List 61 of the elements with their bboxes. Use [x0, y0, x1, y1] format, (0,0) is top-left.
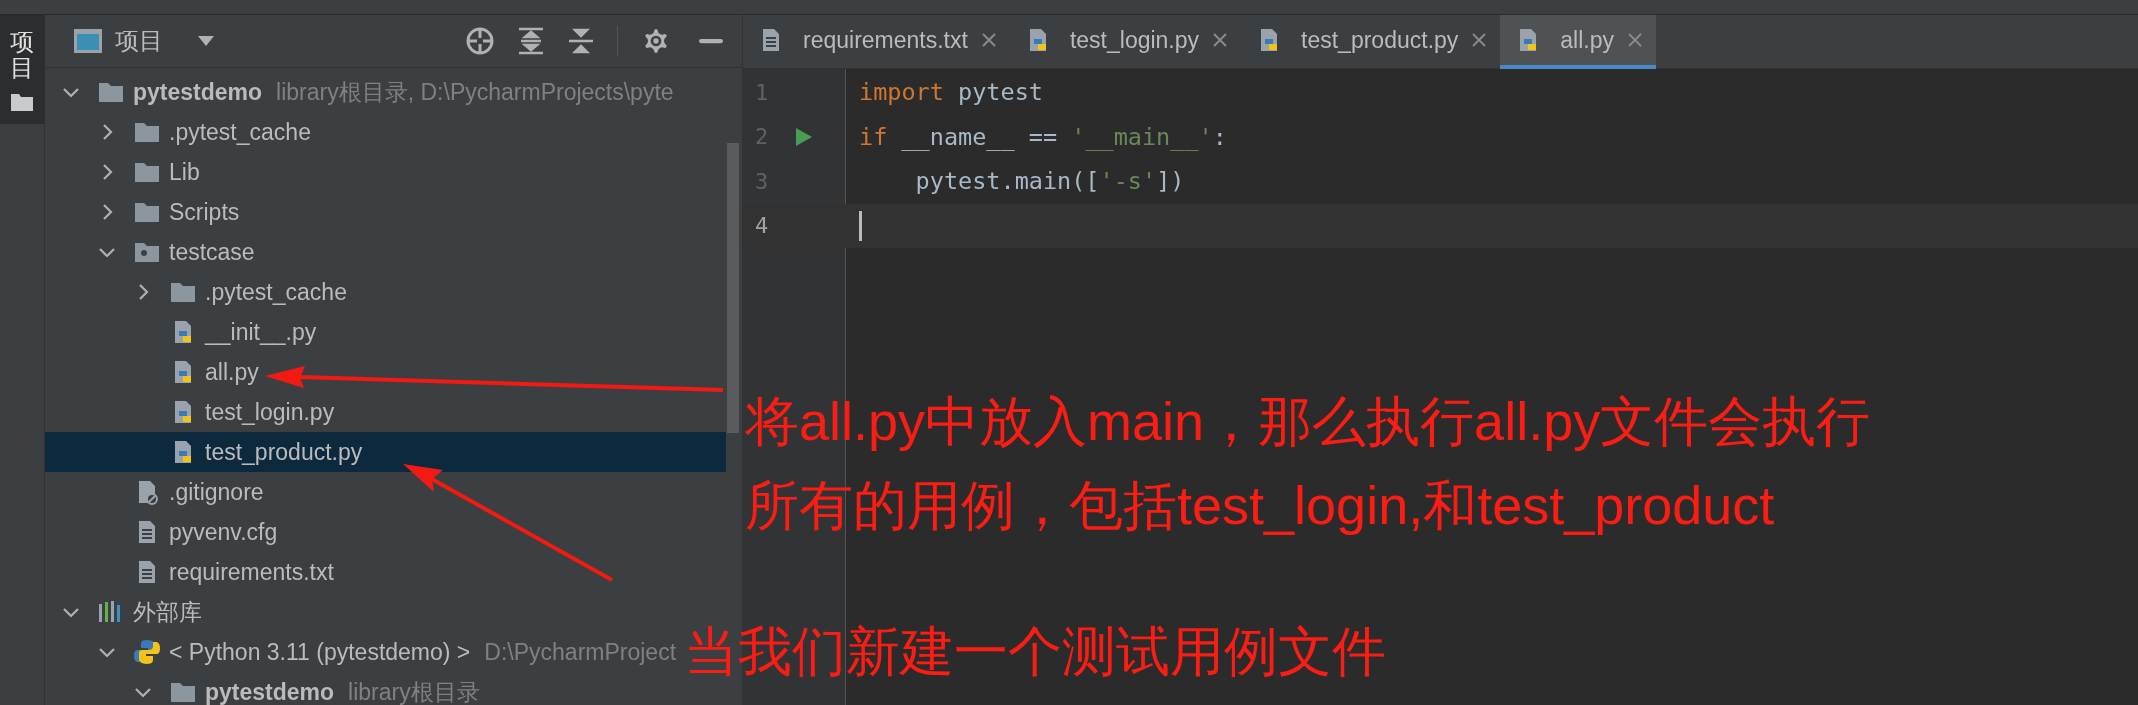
item-name: pytestdemo: [133, 78, 263, 106]
code-line: import pytest: [859, 78, 1043, 107]
close-icon[interactable]: [1472, 33, 1487, 47]
item-name: .pytest_cache: [169, 118, 311, 146]
tree-item[interactable]: .gitignore: [45, 472, 278, 512]
run-icon[interactable]: [795, 126, 813, 147]
item-name: < Python 3.11 (pytestdemo) >: [169, 638, 471, 666]
tree-item[interactable]: pytestdemo library根目录, D:\PycharmProjects\pyte: [45, 72, 674, 112]
python-icon: [133, 638, 161, 666]
project-tool-tab[interactable]: 项目: [0, 15, 45, 124]
tree-item[interactable]: 外部库: [45, 592, 216, 632]
item-name: Lib: [169, 158, 200, 186]
text-cursor: [859, 210, 862, 241]
item-name: all.py: [205, 358, 259, 386]
item-name: .pytest_cache: [205, 278, 347, 306]
tree-item[interactable]: .pytest_cache: [45, 112, 325, 152]
item-name: requirements.txt: [169, 558, 334, 586]
item-name: .gitignore: [169, 478, 264, 506]
tree-item[interactable]: test_product.py: [45, 432, 726, 472]
code-line: if __name__ == '__main__':: [859, 122, 1227, 151]
editor-tab[interactable]: test_product.py: [1241, 15, 1501, 69]
window-icon: [73, 28, 103, 54]
tree-item[interactable]: all.py: [45, 352, 273, 392]
tree-item[interactable]: pyvenv.cfg: [45, 512, 292, 552]
tree-item[interactable]: .pytest_cache: [45, 272, 361, 312]
tree-item[interactable]: testcase: [45, 232, 269, 272]
close-icon[interactable]: [981, 33, 996, 47]
annotation-text: 将all.py中放入main，那么执行all.py文件会执行: [745, 390, 1871, 453]
close-icon[interactable]: [1213, 33, 1228, 47]
tree-item[interactable]: pytestdemo library根目录: [45, 672, 480, 705]
scrollbar-thumb[interactable]: [727, 143, 739, 433]
annotation-text: 所有的用例，包括test_login,和test_product: [745, 473, 1776, 537]
item-name: testcase: [169, 238, 255, 266]
dropdown-caret-icon[interactable]: [197, 35, 215, 47]
item-name: pyvenv.cfg: [169, 518, 278, 546]
item-name: __init__.py: [205, 318, 317, 346]
locate-icon[interactable]: [465, 26, 495, 56]
item-name: pytestdemo: [205, 678, 335, 705]
collapse-all-icon[interactable]: [567, 27, 595, 55]
tree-item[interactable]: < Python 3.11 (pytestdemo) > D:\PycharmProject: [45, 632, 677, 672]
item-name: Scripts: [169, 198, 240, 226]
tree-item[interactable]: __init__.py: [45, 312, 331, 352]
editor-tab[interactable]: requirements.txt: [743, 15, 1010, 69]
annotation-text: 当我们新建一个测试用例文件: [684, 620, 1386, 683]
tree-item[interactable]: Lib: [45, 152, 214, 192]
item-name: 外部库: [133, 597, 202, 627]
line-number: 4: [754, 213, 770, 239]
tree-item[interactable]: test_login.py: [45, 392, 349, 432]
tree-item[interactable]: requirements.txt: [45, 552, 348, 592]
panel-title: 项目: [115, 26, 163, 56]
editor-tab[interactable]: all.py: [1500, 15, 1656, 69]
expand-all-icon[interactable]: [517, 27, 545, 55]
item-path: library根目录, D:\PycharmProjects\pyte: [276, 77, 674, 107]
item-name: test_product.py: [205, 438, 363, 466]
code-line: pytest.main(['-s']): [914, 167, 1185, 196]
folder-icon: [10, 91, 34, 112]
item-name: test_login.py: [205, 398, 335, 426]
item-path: D:\PycharmProject: [484, 638, 677, 666]
editor-tab[interactable]: test_login.py: [1009, 15, 1242, 69]
item-path: library根目录: [348, 677, 480, 705]
tree-item[interactable]: Scripts: [45, 192, 254, 232]
